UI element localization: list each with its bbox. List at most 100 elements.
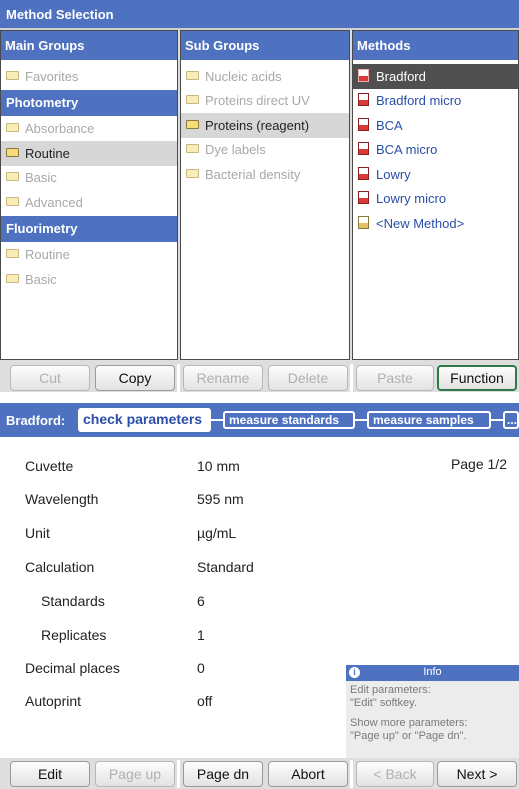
main-groups-column: Main Groups Favorites Photometry Absorba… [0, 30, 178, 360]
softkey-bar-top: Cut Copy Rename Delete Paste Function [0, 362, 519, 392]
info-line: Edit parameters: [350, 684, 431, 696]
param-label-wavelength: Wavelength [25, 491, 99, 507]
step-measure-standards[interactable]: measure standards [223, 411, 355, 429]
softkey-divider [350, 760, 353, 788]
main-group-basic[interactable]: Basic [1, 166, 177, 191]
sub-group-item-selected[interactable]: Proteins (reagent) [181, 113, 349, 138]
page-up-button[interactable]: Page up [95, 761, 175, 787]
page-down-button[interactable]: Page dn [183, 761, 263, 787]
folder-icon [6, 273, 19, 283]
param-label-standards: Standards [41, 593, 105, 609]
method-item[interactable]: Lowry [353, 162, 518, 187]
sub-groups-column: Sub Groups Nucleic acids Proteins direct… [180, 30, 350, 360]
method-file-icon [358, 93, 369, 107]
sub-group-item[interactable]: Bacterial density [181, 162, 349, 187]
method-file-icon [358, 191, 369, 205]
method-item-selected[interactable]: Bradford [353, 64, 518, 89]
group-header-photometry: Photometry [1, 89, 177, 116]
step-check-parameters[interactable]: check parameters [78, 408, 211, 432]
methods-header: Methods [353, 31, 518, 60]
methods-column: Methods Bradford Bradford micro BCA BCA … [352, 30, 519, 360]
main-group-advanced[interactable]: Advanced [1, 190, 177, 215]
param-label-cuvette: Cuvette [25, 458, 74, 474]
softkey-divider [350, 364, 353, 392]
param-value-calculation: Standard [197, 559, 254, 575]
param-value-cuvette: 10 mm [197, 458, 240, 474]
param-value-wavelength: 595 nm [197, 491, 244, 507]
panel-gap [0, 392, 519, 403]
method-file-icon [358, 117, 369, 131]
main-group-routine[interactable]: Routine [1, 141, 177, 166]
info-line: "Edit" softkey. [350, 696, 417, 709]
main-group-fl-basic[interactable]: Basic [1, 267, 177, 292]
folder-icon [186, 70, 199, 80]
main-group-favorites[interactable]: Favorites [1, 64, 177, 89]
method-file-icon [358, 68, 369, 82]
method-selection-panel: Method Selection Main Groups Favorites P… [0, 0, 519, 392]
info-box-header: i Info [346, 665, 519, 681]
param-value-decimal-places: 0 [197, 660, 205, 676]
folder-icon [6, 147, 19, 157]
info-box-body: Edit parameters: "Edit" softkey. Show mor… [346, 681, 519, 742]
method-item[interactable]: Lowry micro [353, 187, 518, 212]
copy-button[interactable]: Copy [95, 365, 175, 391]
cut-button[interactable]: Cut [10, 365, 90, 391]
method-item-new[interactable]: <New Method> [353, 211, 518, 236]
sub-groups-header: Sub Groups [181, 31, 349, 60]
step-connector [491, 419, 503, 421]
delete-button[interactable]: Delete [268, 365, 348, 391]
sub-group-item[interactable]: Dye labels [181, 138, 349, 163]
main-groups-header: Main Groups [1, 31, 177, 60]
folder-icon [6, 196, 19, 206]
method-file-icon [358, 142, 369, 156]
info-line: "Page up" or "Page dn". [350, 729, 467, 742]
param-value-standards: 6 [197, 593, 205, 609]
next-button[interactable]: Next > [437, 761, 517, 787]
softkey-divider [177, 364, 180, 392]
folder-icon [186, 95, 199, 105]
method-name-label: Bradford: [6, 413, 66, 428]
info-box: i Info Edit parameters: "Edit" softkey. S… [346, 665, 519, 765]
step-connector [355, 419, 367, 421]
softkey-divider [177, 760, 180, 788]
param-label-unit: Unit [25, 525, 50, 541]
folder-icon [186, 144, 199, 154]
page-indicator: Page 1/2 [450, 456, 507, 472]
folder-icon [186, 119, 199, 129]
method-item[interactable]: BCA micro [353, 138, 518, 163]
method-item[interactable]: Bradford micro [353, 89, 518, 114]
paste-button[interactable]: Paste [356, 365, 434, 391]
main-group-absorbance[interactable]: Absorbance [1, 117, 177, 142]
main-group-fl-routine[interactable]: Routine [1, 243, 177, 268]
folder-icon [6, 172, 19, 182]
param-value-replicates: 1 [197, 627, 205, 643]
info-box-title: Info [423, 666, 442, 678]
softkey-bar-bottom: Edit Page up Page dn Abort < Back Next > [0, 758, 519, 789]
step-connector [211, 419, 223, 421]
step-more[interactable]: ... [503, 411, 519, 429]
param-label-autoprint: Autoprint [25, 693, 82, 709]
back-button[interactable]: < Back [356, 761, 434, 787]
folder-icon [6, 70, 19, 80]
folder-icon [186, 168, 199, 178]
method-file-icon [358, 166, 369, 180]
method-item[interactable]: BCA [353, 113, 518, 138]
method-selection-title: Method Selection [0, 0, 519, 30]
info-line: Show more parameters: [350, 717, 468, 729]
param-value-autoprint: off [197, 693, 213, 709]
edit-button[interactable]: Edit [10, 761, 90, 787]
sub-group-item[interactable]: Proteins direct UV [181, 89, 349, 114]
parameters-panel: Bradford: check parameters measure stand… [0, 403, 519, 789]
group-header-fluorimetry: Fluorimetry [1, 215, 177, 242]
step-measure-samples[interactable]: measure samples [367, 411, 491, 429]
new-method-icon [358, 215, 369, 229]
param-label-calculation: Calculation [25, 559, 95, 575]
abort-button[interactable]: Abort [268, 761, 348, 787]
rename-button[interactable]: Rename [183, 365, 263, 391]
folder-icon [6, 249, 19, 259]
folder-icon [6, 123, 19, 133]
function-button[interactable]: Function [437, 365, 517, 391]
workflow-header: Bradford: check parameters measure stand… [0, 403, 519, 437]
sub-group-item[interactable]: Nucleic acids [181, 64, 349, 89]
param-label-decimal-places: Decimal places [25, 660, 120, 676]
